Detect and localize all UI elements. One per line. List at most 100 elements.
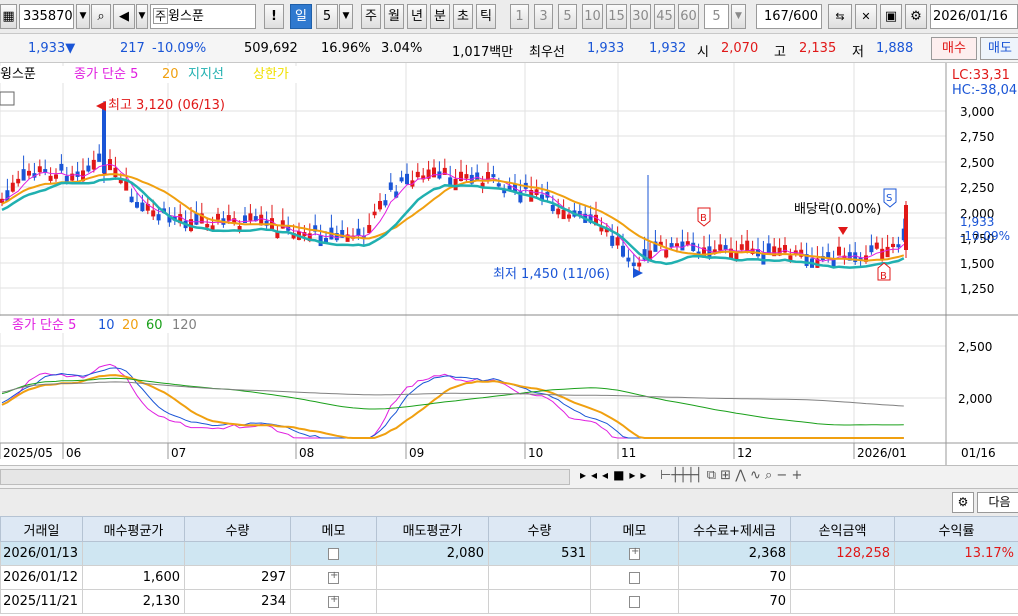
column-header[interactable]: 수량	[488, 516, 591, 542]
lower-ma60-line	[1, 377, 904, 426]
period-dropdown-icon[interactable]: ▼	[339, 4, 353, 29]
column-header[interactable]: 거래일	[0, 516, 83, 542]
candle-body	[556, 208, 561, 215]
memo-icon[interactable]	[629, 546, 640, 560]
last-candle-body	[904, 205, 908, 250]
minute-3-button[interactable]: 3	[534, 4, 553, 29]
period-minute-button[interactable]: 분	[430, 4, 450, 29]
column-header[interactable]: 메모	[290, 516, 377, 542]
candle-body	[723, 245, 728, 250]
best-bid: 1,932	[649, 41, 687, 56]
legend-ma20: 20	[162, 67, 179, 82]
table-cell: 1,600	[82, 565, 185, 590]
candle-body	[156, 214, 161, 221]
stock-name-field[interactable]: 주 윙스푼	[150, 4, 256, 29]
interval-dropdown-icon[interactable]: ▼	[731, 4, 746, 29]
column-header[interactable]: 매도평균가	[376, 516, 489, 542]
period-number-field[interactable]: 5	[316, 4, 338, 29]
candle-body	[10, 182, 15, 192]
column-header[interactable]: 수수료+제세금	[678, 516, 791, 542]
high-price: 2,135	[799, 41, 837, 56]
gear-icon[interactable]: ⚙	[905, 4, 927, 29]
search-icon[interactable]: ⌕	[91, 4, 111, 29]
scroll-track[interactable]	[0, 469, 570, 485]
code-dropdown-icon[interactable]: ▼	[76, 4, 90, 29]
column-header[interactable]: 메모	[590, 516, 679, 542]
table-row[interactable]: 2025/11/212,130234 70	[0, 589, 1018, 614]
interval-field[interactable]: 5	[704, 4, 729, 29]
candle-body	[405, 173, 409, 185]
current-price: 1,933▼	[28, 41, 76, 56]
column-header[interactable]: 매수평균가	[82, 516, 185, 542]
stock-chart-window: ▦ 335870 ▼ ⌕ ◀ ▼ 주 윙스푼 ! 일 5 ▼ 주 월 년 분 초 …	[0, 0, 1018, 616]
table-cell	[290, 565, 377, 590]
best-ask: 1,933	[587, 41, 625, 56]
minute-15-button[interactable]: 15	[606, 4, 627, 29]
table-cell	[590, 589, 679, 614]
chart-tools-icons[interactable]: ⊢┼┼┼┤ ⧉ ⊞ ⋀ ∿ ⌕ − +	[660, 468, 802, 483]
minute-60-button[interactable]: 60	[678, 4, 699, 29]
down-arrow-icon: ▼	[65, 41, 76, 56]
date-axis-label: 06	[66, 446, 81, 460]
indicator-icon[interactable]: ✕	[855, 4, 877, 29]
stock-code-input[interactable]: 335870	[19, 4, 74, 29]
chart-scrollbar[interactable]: ▸◂◂■▸▸ ⊢┼┼┼┤ ⧉ ⊞ ⋀ ∿ ⌕ − +	[0, 465, 1018, 489]
buy-button[interactable]: 매수	[931, 37, 977, 60]
panel-gear-icon[interactable]: ⚙	[952, 492, 974, 513]
save-icon[interactable]: ▣	[880, 4, 902, 29]
period-year-button[interactable]: 년	[407, 4, 427, 29]
period-month-button[interactable]: 월	[384, 4, 404, 29]
table-row[interactable]: 2026/01/121,600297 70	[0, 565, 1018, 590]
period-tick-button[interactable]: 틱	[476, 4, 496, 29]
table-cell: 2026/01/12	[0, 565, 83, 590]
memo-icon[interactable]	[328, 594, 339, 608]
minute-5-button[interactable]: 5	[558, 4, 577, 29]
high-arrow-icon	[96, 101, 106, 111]
chart-canvas: 3,0002,7502,5002,2502,0001,7501,5001,250…	[0, 63, 1018, 465]
alert-button[interactable]: !	[264, 4, 284, 29]
change-rate: -10.09%	[152, 41, 207, 56]
column-header[interactable]: 수량	[184, 516, 291, 542]
minute-30-button[interactable]: 30	[630, 4, 651, 29]
chart-area[interactable]: 3,000 2,750 2,500 2,250 2,000 1,750 1,500 1,250…	[0, 63, 1018, 465]
memo-icon[interactable]	[328, 547, 339, 560]
grid-menu-icon[interactable]: ▦	[0, 4, 17, 29]
volume: 509,692	[244, 41, 298, 56]
speaker-dropdown-icon[interactable]: ▼	[136, 4, 148, 29]
period-week-button[interactable]: 주	[361, 4, 381, 29]
minute-1-button[interactable]: 1	[510, 4, 529, 29]
playback-controls[interactable]: ▸◂◂■▸▸	[580, 468, 651, 482]
date-field[interactable]: 2026/01/16	[930, 4, 1018, 29]
column-header[interactable]: 손익금액	[790, 516, 895, 542]
candle-body	[129, 196, 134, 203]
memo-icon[interactable]	[629, 571, 640, 584]
sell-button[interactable]: 매도	[980, 37, 1018, 60]
date-axis-label: 07	[171, 446, 186, 460]
candle-body	[464, 174, 469, 179]
table-icon[interactable]	[0, 91, 15, 106]
table-cell: 128,258	[790, 541, 895, 566]
candle-body	[869, 245, 874, 253]
table-cell	[290, 541, 377, 566]
ma-legend-20: 20	[122, 318, 139, 333]
candle-body	[766, 243, 771, 254]
column-header[interactable]: 수익률	[894, 516, 1018, 542]
compare-icon[interactable]: ⇆	[828, 4, 852, 29]
date-axis-label: 2026/01	[857, 446, 907, 460]
minute-45-button[interactable]: 45	[654, 4, 675, 29]
minute-10-button[interactable]: 10	[582, 4, 603, 29]
memo-icon[interactable]	[629, 595, 640, 608]
memo-icon[interactable]	[328, 570, 339, 584]
table-cell	[376, 589, 489, 614]
candle-body	[615, 237, 620, 246]
candle-body	[874, 242, 879, 249]
table-row[interactable]: 2026/01/13 2,080531 2,368128,25813.17%	[0, 541, 1018, 566]
period-second-button[interactable]: 초	[453, 4, 473, 29]
candle-body	[59, 163, 64, 171]
period-day-button[interactable]: 일	[290, 4, 312, 29]
candle-body	[561, 209, 566, 220]
candle-body	[151, 210, 156, 217]
bar-count-field[interactable]: 167/600	[756, 4, 822, 29]
next-button[interactable]: 다음	[977, 492, 1018, 513]
speaker-icon[interactable]: ◀	[113, 4, 135, 29]
